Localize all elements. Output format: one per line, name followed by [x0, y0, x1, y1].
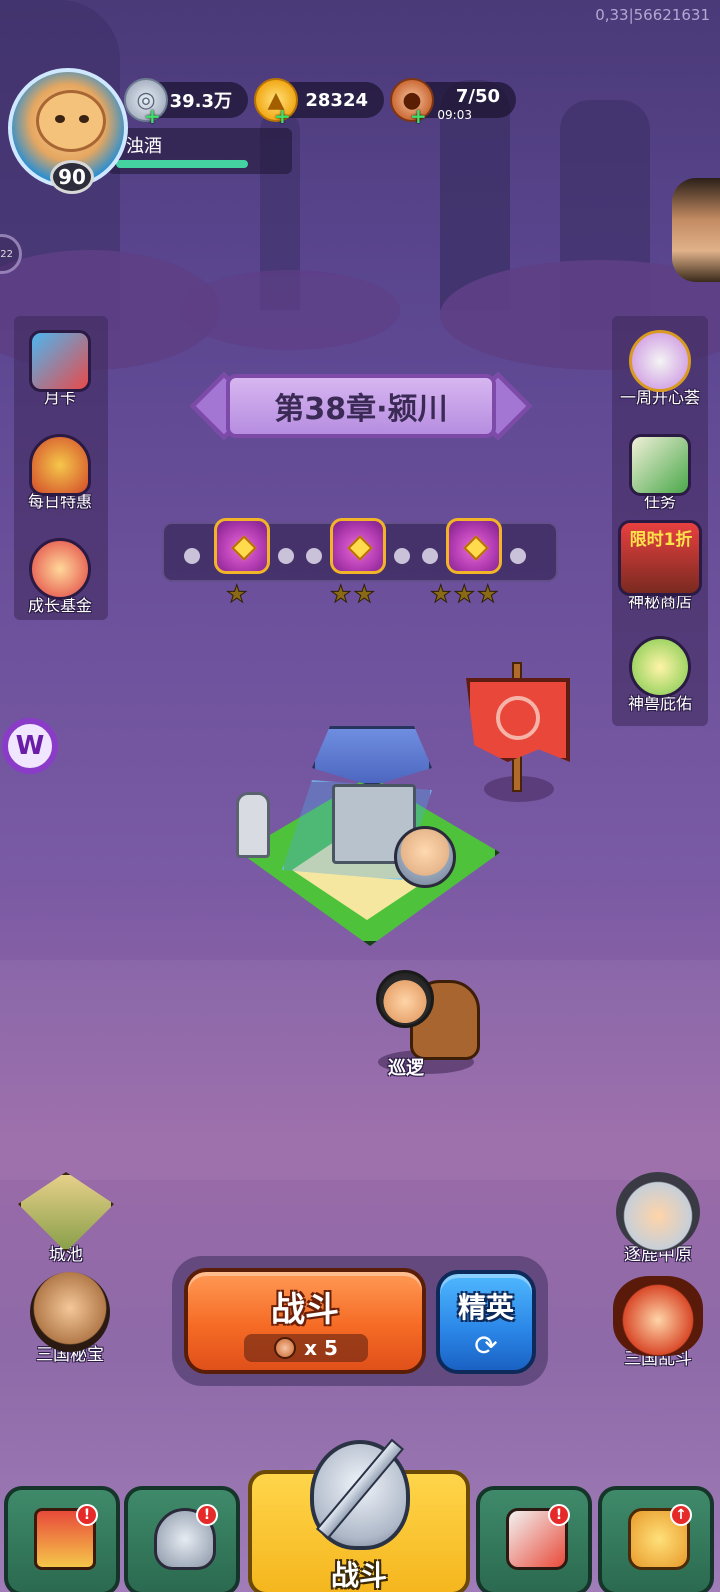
chapter-banner[interactable]: 第38章·颍川 [190, 366, 532, 446]
left-edge-button[interactable]: 22 [0, 234, 22, 274]
corner-treasure[interactable]: 三国秘宝 [10, 1272, 130, 1365]
reward-chest-icon[interactable] [446, 518, 502, 574]
divine-beast-icon [629, 636, 691, 698]
w-badge-icon[interactable]: W [2, 718, 58, 774]
brawl-heroes-icon [613, 1276, 703, 1356]
progress-dot [278, 548, 294, 564]
battle-flag[interactable] [462, 656, 580, 806]
progress-dot [184, 548, 200, 564]
city-walls-icon [18, 1172, 114, 1252]
cat-avatar-icon [36, 90, 106, 152]
side-item-weekly-event[interactable]: 一周开心荟 [612, 330, 708, 408]
progress-dot [510, 548, 526, 564]
reward-chest-icon[interactable] [330, 518, 386, 574]
patrol-label: 巡逻 [388, 1058, 424, 1079]
player-info-bar[interactable]: 浊酒 [108, 128, 292, 174]
elite-button-label: 精英 [457, 1291, 514, 1324]
calendar-tv-icon [29, 330, 91, 392]
shop-stall-icon: 限时1折 [618, 520, 702, 596]
corner-zhulu[interactable]: 逐鹿中原 [598, 1172, 718, 1265]
rider-hero-icon [376, 970, 434, 1028]
stone-pillar [236, 792, 270, 858]
pavilion-roof [312, 726, 432, 786]
battle-button[interactable]: 战斗 x 5 [184, 1268, 426, 1374]
gold-resource[interactable]: ▲ + 28324 [254, 78, 384, 128]
side-item-month-card[interactable]: 月卡 [12, 330, 108, 408]
progress-dot [394, 548, 410, 564]
debug-id-text: 0,33|56621631 [595, 6, 710, 24]
gold-amount: 28324 [305, 89, 368, 111]
side-item-daily-deal[interactable]: 每日特惠 [12, 434, 108, 512]
battle-emblem-icon[interactable] [296, 1430, 424, 1560]
stamina-cost: x 5 [244, 1334, 368, 1362]
progress-dot [306, 548, 322, 564]
player-level-badge: 90 [50, 160, 94, 194]
stamina-timer: 09:03 [437, 108, 472, 122]
advisor-portrait-icon [30, 1272, 110, 1352]
battle-button-label: 战斗 [271, 1290, 339, 1330]
stamina-amount: 7/50 [455, 86, 500, 107]
corner-city[interactable]: 城池 [6, 1172, 126, 1265]
notification-badge: ! [196, 1504, 218, 1526]
stamina-cost-value: x 5 [304, 1336, 338, 1360]
nav-tab-equipment[interactable]: ! [124, 1486, 240, 1592]
notification-badge: ↑ [670, 1504, 692, 1526]
corner-luandou[interactable]: 三国乱斗 [598, 1276, 718, 1369]
meat-drumstick-icon [274, 1337, 297, 1359]
player-avatar[interactable]: 90 [8, 68, 128, 194]
silver-resource[interactable]: ◎ + 39.3万 [124, 78, 248, 128]
refresh-icon: ⟳ [474, 1329, 498, 1362]
xp-progress-bar [116, 160, 248, 168]
chest-stars-3: ★ ★ ★ [430, 580, 500, 609]
nav-tab-upgrade[interactable]: ↑ [598, 1486, 714, 1592]
side-item-tasks[interactable]: 任务 [612, 434, 708, 512]
shop-discount-badge: 限时1折 [629, 530, 693, 550]
axe-emblem-icon [496, 696, 540, 740]
nav-tab-shop[interactable]: ! [4, 1486, 120, 1592]
add-stamina-icon[interactable]: + [410, 104, 427, 128]
chest-stars-1: ★ [226, 580, 248, 609]
helmet-warrior-icon [616, 1172, 700, 1252]
stamina-resource[interactable]: ● + 7/50 09:03 [390, 78, 516, 128]
gift-bag-icon [29, 434, 91, 496]
add-silver-icon[interactable]: + [144, 104, 161, 128]
money-monkey-icon [29, 538, 91, 600]
nav-tab-heroes[interactable]: ! [476, 1486, 592, 1592]
reward-chest-icon[interactable] [214, 518, 270, 574]
chapter-progress-track: ★ ★ ★ ★ ★ ★ [162, 518, 558, 609]
side-item-mystery-shop[interactable]: 限时1折 神秘商店 [612, 520, 708, 612]
notification-badge: ! [548, 1504, 570, 1526]
silver-amount: 39.3万 [169, 91, 232, 112]
side-item-divine-beast[interactable]: 神兽庇佑 [612, 636, 708, 714]
add-gold-icon[interactable]: + [274, 104, 291, 128]
general-portrait-icon[interactable] [672, 178, 720, 282]
progress-dot [422, 548, 438, 564]
scroll-icon [629, 434, 691, 496]
side-item-growth-fund[interactable]: 成长基金 [12, 538, 108, 616]
notification-badge: ! [76, 1504, 98, 1526]
chest-stars-2: ★ ★ [330, 580, 376, 609]
elite-button[interactable]: 精英 ⟳ [436, 1270, 536, 1374]
player-name: 浊酒 [126, 136, 162, 157]
chapter-title: 第38章·颍川 [274, 392, 448, 427]
enemy-warrior-icon[interactable] [394, 826, 456, 888]
fox-girl-icon [629, 330, 691, 392]
